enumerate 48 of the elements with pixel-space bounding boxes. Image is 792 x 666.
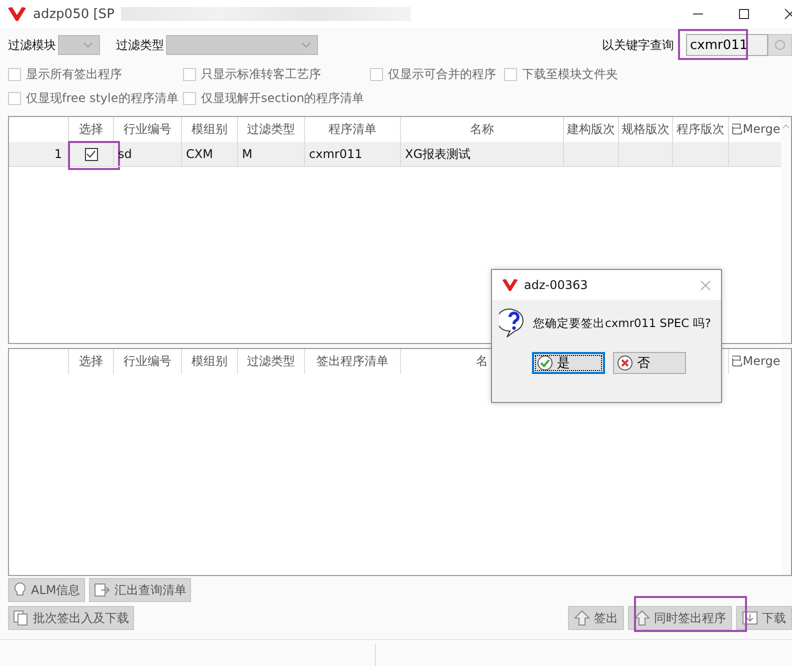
filter-dropdown[interactable] (166, 35, 318, 55)
cross-icon (617, 355, 633, 371)
action-button[interactable]: 签出 (568, 606, 624, 630)
filter-label: 过滤类型 (116, 36, 164, 54)
highlight-box (68, 141, 120, 170)
column-header[interactable]: 行业编号 (114, 349, 182, 374)
table-cell: cxmr011 (305, 142, 401, 167)
action-button[interactable]: 下载 (736, 606, 792, 630)
export-icon (94, 582, 110, 598)
bulb-icon (13, 582, 27, 598)
table-cell: XG报表测试 (401, 142, 564, 167)
logo-icon (8, 7, 26, 21)
dialog-message: 您确定要签出cxmr011 SPEC 吗? (533, 316, 711, 330)
toolbar-button[interactable]: ALM信息 (8, 578, 86, 602)
window-title: adzp050 [SP (33, 6, 114, 22)
search-button[interactable] (768, 34, 792, 56)
scroll-up-icon[interactable] (782, 123, 790, 129)
up-arrow-icon (574, 610, 590, 626)
row-number: 1 (9, 142, 69, 167)
chevron-icon (83, 42, 93, 48)
dialog-title: adz-00363 (524, 278, 588, 292)
row-checkbox[interactable] (84, 148, 98, 160)
highlight-box (678, 29, 748, 60)
column-header[interactable]: 签出程序清单 (305, 349, 401, 374)
dialog-button[interactable]: 否 (613, 352, 686, 374)
check-icon (537, 355, 553, 371)
toolbar-button[interactable]: 汇出查询清单 (89, 578, 192, 602)
documents-icon (13, 610, 29, 626)
maximize-icon[interactable] (738, 8, 750, 20)
action-button[interactable]: 同时签出程序 (628, 606, 732, 630)
column-header[interactable]: 选择 (69, 117, 114, 142)
filter-label: 过滤模块 (8, 36, 56, 54)
dialog-button[interactable]: 是 (532, 352, 605, 374)
scrollbar[interactable] (781, 349, 791, 575)
column-header[interactable]: 选择 (69, 349, 114, 374)
table-cell: CXM (182, 142, 238, 167)
filter-dropdown[interactable] (58, 35, 100, 55)
scrollbar[interactable] (781, 117, 791, 343)
column-header[interactable]: 过滤类型 (238, 349, 305, 374)
up-arrow-icon (634, 610, 650, 626)
column-header[interactable]: 模组别 (182, 349, 238, 374)
search-icon (774, 39, 786, 51)
search-label: 以关键字查询 (602, 36, 674, 54)
search-field[interactable]: cxmr011 (686, 34, 768, 56)
chevron-icon (301, 42, 311, 48)
table-cell: M (238, 142, 305, 167)
toolbar-button[interactable]: 批次签出入及下载 (8, 606, 134, 630)
logo-icon (502, 279, 518, 291)
